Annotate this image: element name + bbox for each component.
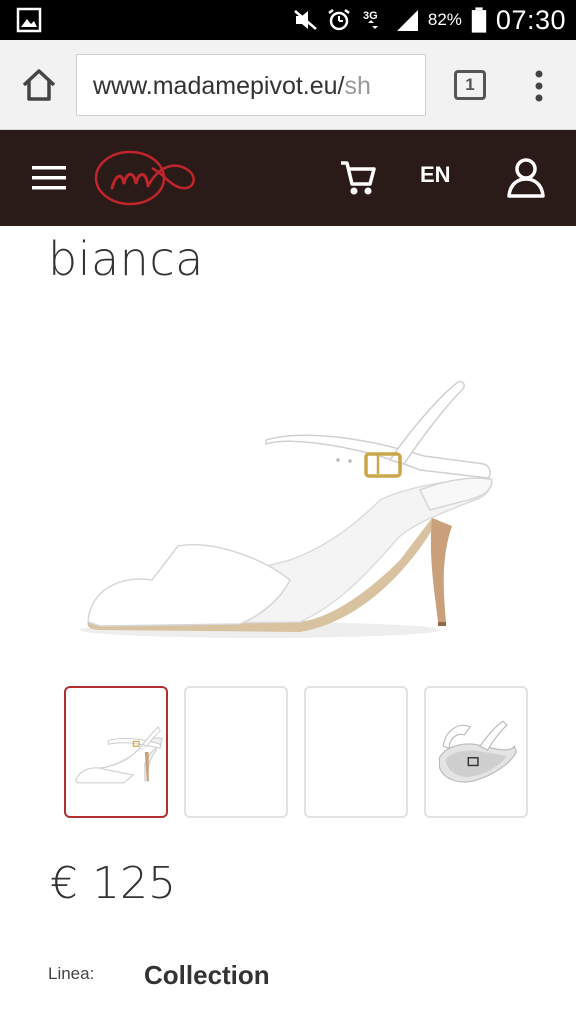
network-3g-icon: 3G (363, 10, 378, 29)
tab-count: 1 (465, 75, 475, 94)
cart-icon[interactable] (338, 158, 378, 198)
site-header: EN (0, 130, 576, 226)
product-main-image[interactable] (60, 360, 520, 660)
signal-icon (396, 10, 418, 31)
browser-toolbar: www.madamepivot.eu/sh 1 (0, 40, 576, 130)
thumbnail-1[interactable] (64, 686, 168, 818)
overflow-menu-icon[interactable] (526, 68, 552, 104)
thumbnail-shoe-top-image: · · · (438, 720, 518, 783)
battery-level: 82% (427, 10, 462, 29)
alarm-icon (328, 9, 350, 31)
url-truncated: sh (344, 72, 371, 100)
product-price: €125 (50, 858, 176, 909)
thumbnail-2[interactable] (184, 686, 288, 818)
madame-pivot-logo[interactable] (90, 144, 206, 212)
account-icon[interactable] (506, 156, 546, 198)
product-title: bianca (48, 232, 204, 286)
clock: 07:30 (495, 4, 566, 35)
status-bar: 3G 82% 07:30 (0, 0, 576, 40)
linea-label: Linea: (48, 964, 95, 983)
gallery-icon (16, 7, 42, 33)
price-value: 125 (92, 858, 176, 909)
svg-text:· · ·: · · · (455, 768, 463, 773)
tabs-button[interactable]: 1 (454, 70, 486, 100)
thumbnail-strip: · · · (64, 686, 528, 820)
url-text: www.madamepivot.eu/sh (93, 72, 371, 101)
hamburger-menu-icon[interactable] (32, 164, 66, 192)
thumbnail-3[interactable] (304, 686, 408, 818)
thumbnail-4[interactable]: · · · (424, 686, 528, 818)
thumbnail-shoe-image (74, 726, 163, 784)
url-main: www.madamepivot.eu/ (93, 72, 345, 100)
battery-icon (471, 7, 487, 33)
language-selector[interactable]: EN (420, 162, 451, 188)
price-currency: € (50, 858, 78, 909)
mute-icon (294, 10, 317, 30)
home-icon[interactable] (18, 64, 60, 106)
linea-value: Collection (144, 960, 270, 990)
svg-text:3G: 3G (363, 10, 378, 22)
address-bar[interactable]: www.madamepivot.eu/sh (76, 54, 426, 116)
